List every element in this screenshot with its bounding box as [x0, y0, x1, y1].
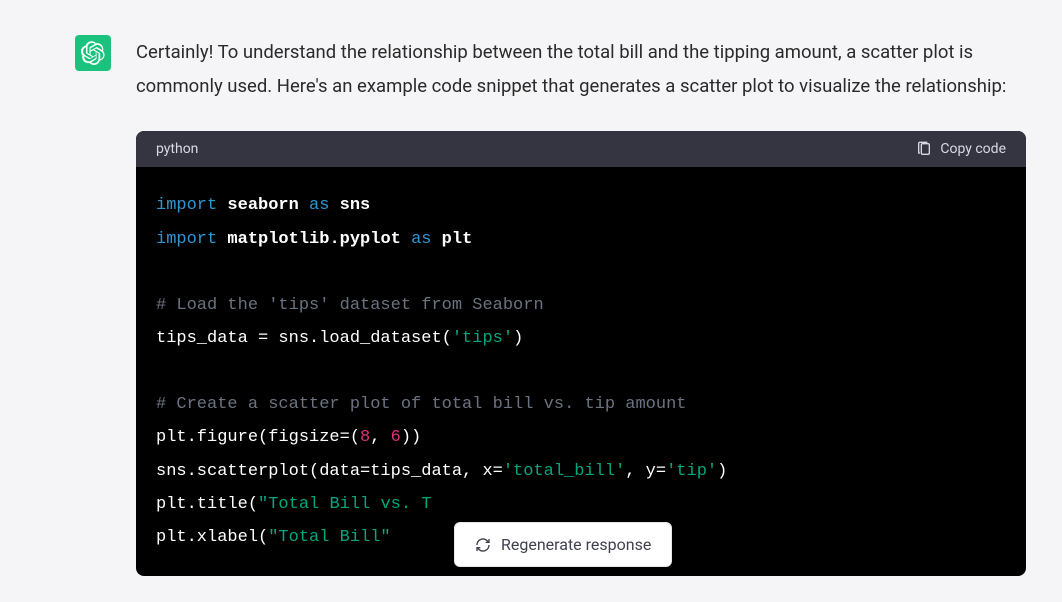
- refresh-icon: [475, 537, 491, 553]
- regenerate-response-button[interactable]: Regenerate response: [454, 522, 672, 567]
- openai-logo-icon: [81, 41, 105, 65]
- response-text: Certainly! To understand the relationshi…: [136, 35, 1042, 103]
- clipboard-icon: [916, 141, 932, 157]
- code-content: import seaborn as sns import matplotlib.…: [136, 167, 1026, 576]
- code-language-label: python: [156, 141, 198, 157]
- chat-message: Certainly! To understand the relationshi…: [0, 0, 1062, 576]
- code-header: python Copy code: [136, 131, 1026, 167]
- copy-code-label: Copy code: [940, 141, 1006, 157]
- code-block: python Copy code import seaborn as sns i…: [136, 131, 1026, 576]
- message-content: Certainly! To understand the relationshi…: [136, 35, 1042, 576]
- assistant-avatar: [75, 35, 111, 71]
- regenerate-label: Regenerate response: [501, 535, 651, 554]
- copy-code-button[interactable]: Copy code: [916, 141, 1006, 157]
